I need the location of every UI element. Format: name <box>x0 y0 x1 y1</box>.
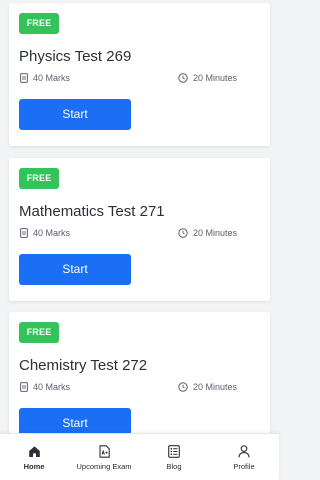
list-icon <box>168 444 180 458</box>
duration-info: 20 Minutes <box>178 73 237 83</box>
free-badge: FREE <box>19 168 59 189</box>
test-title: Mathematics Test 271 <box>19 203 165 220</box>
marks-info: 40 Marks <box>20 228 70 238</box>
document-icon <box>20 228 28 238</box>
duration-label: 20 Minutes <box>193 382 238 392</box>
nav-item-profile[interactable]: Profile <box>226 434 262 480</box>
marks-info: 40 Marks <box>20 382 70 392</box>
free-badge: FREE <box>19 13 59 34</box>
test-title: Chemistry Test 272 <box>19 357 148 374</box>
nav-item-blog[interactable]: Blog <box>156 434 192 480</box>
nav-item-upcoming-exam[interactable]: Upcoming Exam <box>70 434 138 480</box>
user-icon <box>238 444 250 457</box>
clock-icon <box>178 228 188 238</box>
clock-icon <box>178 73 188 83</box>
bottom-navigation: Home Upcoming Exam Blog Profile <box>0 433 279 480</box>
duration-label: 20 Minutes <box>193 73 238 83</box>
marks-info: 40 Marks <box>20 73 70 83</box>
document-icon <box>20 73 28 83</box>
nav-label: Upcoming Exam <box>76 462 132 471</box>
marks-label: 40 Marks <box>33 73 71 83</box>
test-card: FREE Mathematics Test 271 40 Marks 20 Mi… <box>9 158 270 301</box>
nav-label: Profile <box>233 462 255 471</box>
nav-label: Home <box>23 462 45 471</box>
clock-icon <box>178 382 188 392</box>
start-button[interactable]: Start <box>19 254 131 285</box>
home-icon <box>28 445 40 457</box>
document-icon <box>98 444 110 458</box>
marks-label: 40 Marks <box>33 228 71 238</box>
start-button[interactable]: Start <box>19 99 131 130</box>
free-badge: FREE <box>19 322 59 343</box>
nav-label: Blog <box>166 462 182 471</box>
document-icon <box>20 382 28 392</box>
duration-label: 20 Minutes <box>193 228 238 238</box>
test-card: FREE Physics Test 269 40 Marks 20 Minute… <box>9 3 270 146</box>
marks-label: 40 Marks <box>33 382 71 392</box>
nav-item-home[interactable]: Home <box>16 434 52 480</box>
duration-info: 20 Minutes <box>178 228 237 238</box>
duration-info: 20 Minutes <box>178 382 237 392</box>
test-title: Physics Test 269 <box>19 48 132 65</box>
